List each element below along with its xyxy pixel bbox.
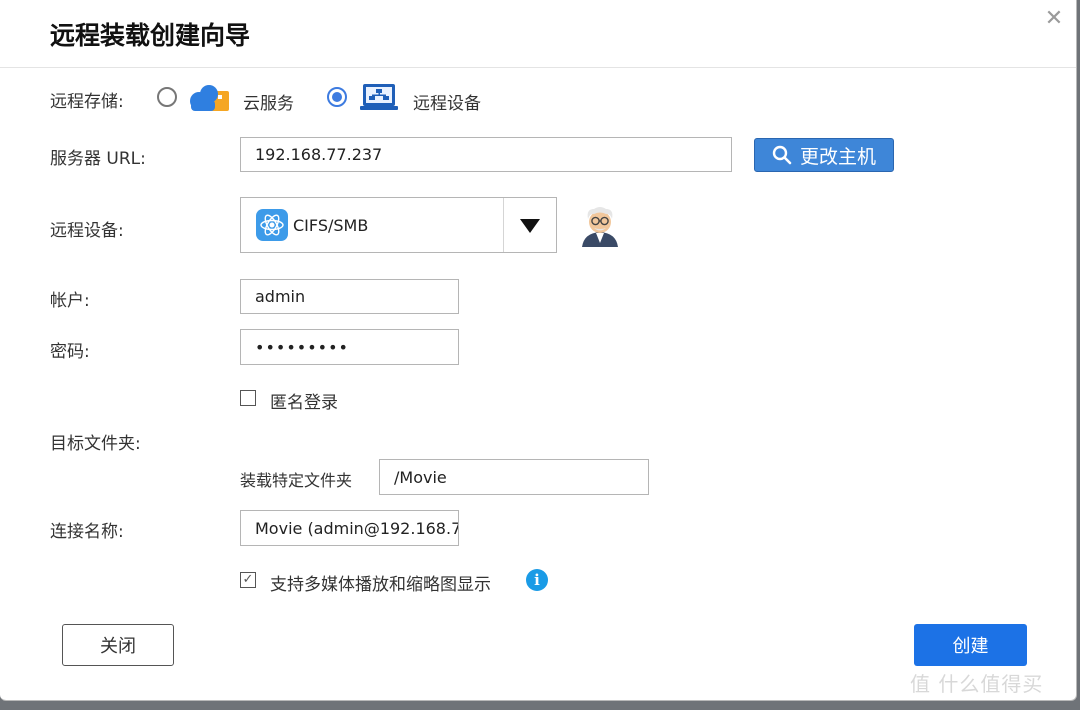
title-divider	[0, 67, 1076, 68]
select-divider	[503, 198, 504, 252]
multimedia-support-checkbox[interactable]: ✓	[240, 572, 256, 588]
cloud-service-label: 云服务	[243, 94, 294, 114]
remote-device-select[interactable]: CIFS/SMB	[240, 197, 557, 253]
account-label: 帐户:	[50, 291, 90, 311]
info-icon[interactable]: i	[526, 569, 548, 591]
mount-specific-folder-label: 装载特定文件夹	[240, 471, 353, 490]
password-label: 密码:	[50, 342, 90, 362]
search-icon	[772, 145, 792, 165]
target-folder-label: 目标文件夹:	[50, 434, 141, 454]
cloud-service-icon	[190, 85, 229, 111]
password-input[interactable]: •••••••••	[240, 329, 459, 365]
change-host-button[interactable]: 更改主机	[754, 138, 894, 172]
server-url-input[interactable]: 192.168.77.237	[240, 137, 732, 172]
create-button[interactable]: 创建	[914, 624, 1027, 666]
remote-mount-wizard-dialog: 远程装载创建向导 ✕ 远程存储: 云服务 远程设备 服务器 URL: 192.1…	[0, 0, 1077, 701]
remote-device-select-value: CIFS/SMB	[293, 216, 369, 235]
cloud-service-radio[interactable]	[157, 87, 177, 107]
professor-avatar-icon[interactable]	[578, 203, 622, 247]
server-url-label: 服务器 URL:	[50, 149, 146, 169]
remote-device-option-label: 远程设备	[413, 94, 481, 114]
target-folder-input[interactable]: /Movie	[379, 459, 649, 495]
remote-device-label: 远程设备:	[50, 221, 124, 241]
dropdown-arrow-icon[interactable]	[520, 219, 540, 233]
anonymous-login-checkbox[interactable]	[240, 390, 256, 406]
watermark: 值 什么值得买	[910, 672, 1044, 696]
connection-name-label: 连接名称:	[50, 522, 124, 542]
connection-name-input[interactable]: Movie (admin@192.168.7	[240, 510, 459, 546]
close-button[interactable]: 关闭	[62, 624, 174, 666]
close-icon[interactable]: ✕	[1041, 6, 1067, 32]
remote-device-radio[interactable]	[327, 87, 347, 107]
anonymous-login-label: 匿名登录	[270, 393, 338, 413]
dialog-title: 远程装载创建向导	[50, 21, 251, 50]
cifs-smb-icon	[256, 209, 288, 241]
remote-storage-label: 远程存储:	[50, 92, 124, 112]
multimedia-support-label: 支持多媒体播放和缩略图显示	[270, 575, 491, 595]
change-host-label: 更改主机	[799, 145, 876, 168]
remote-device-icon	[360, 84, 398, 110]
account-input[interactable]: admin	[240, 279, 459, 314]
